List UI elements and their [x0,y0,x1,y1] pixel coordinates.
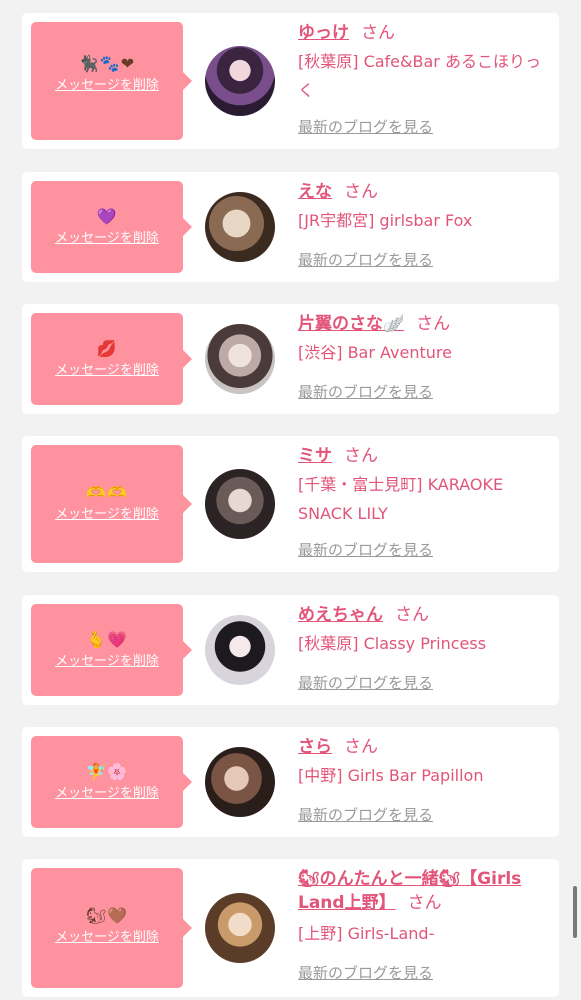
avatar[interactable] [205,46,275,116]
shop-name: [中野] Girls Bar Papillon [298,766,484,785]
latest-blog-link[interactable]: 最新のブログを見る [298,382,433,402]
emoji-icon: 🧚🌸 [86,762,128,781]
message-card: 🧚🌸 メッセージを削除 さら さん [中野] Girls Bar Papillon… [22,727,559,837]
message-card: 💋 メッセージを削除 片翼のさな🪽 さん [渋谷] Bar Aventure 最新… [22,304,559,414]
message-bubble: 🐿🤎 メッセージを削除 [31,868,192,988]
message-list: 🐈‍⬛🐾❤ メッセージを削除 ゆっけ さん [秋葉原] Cafe&Bar あるこほ… [0,0,581,1000]
message-info: さら さん [中野] Girls Bar Papillon [298,735,550,790]
latest-blog-link[interactable]: 最新のブログを見る [298,540,433,560]
message-info: 片翼のさな🪽 さん [渋谷] Bar Aventure [298,312,550,367]
name-line: ミサ さん [298,444,550,468]
message-bubble: 💜 メッセージを削除 [31,181,192,273]
message-bubble: 🫶🫶 メッセージを削除 [31,445,192,563]
latest-blog-link[interactable]: 最新のブログを見る [298,963,433,983]
shop-name: [渋谷] Bar Aventure [298,343,452,362]
message-info: ゆっけ さん [秋葉原] Cafe&Bar あるこほりっく [298,21,550,105]
sender-name-link[interactable]: えな [298,182,332,202]
avatar[interactable] [205,893,275,963]
honorific: さん [361,23,395,43]
latest-blog-link[interactable]: 最新のブログを見る [298,805,433,825]
message-info: えな さん [JR宇都宮] girlsbar Fox [298,180,550,235]
avatar[interactable] [205,469,275,539]
message-card: 🫰💗 メッセージを削除 めえちゃん さん [秋葉原] Classy Princes… [22,595,559,705]
emoji-icon: 🫶🫶 [86,483,128,502]
message-bubble: 🫰💗 メッセージを削除 [31,604,192,696]
delete-message-link[interactable]: メッセージを削除 [55,231,159,247]
honorific: さん [395,605,429,625]
avatar[interactable] [205,192,275,262]
sender-name-link[interactable]: さら [298,737,332,757]
message-bubble: 🧚🌸 メッセージを削除 [31,736,192,828]
shop-name: [秋葉原] Cafe&Bar あるこほりっく [298,52,541,100]
message-card: 🐿🤎 メッセージを削除 🐿のんたんと一緒🐿【Girls Land上野】 さん [上… [22,859,559,997]
delete-message-link[interactable]: メッセージを削除 [55,363,159,379]
emoji-icon: 🐈‍⬛🐾❤ [78,54,136,73]
avatar[interactable] [205,747,275,817]
latest-blog-link[interactable]: 最新のブログを見る [298,673,433,693]
latest-blog-link[interactable]: 最新のブログを見る [298,117,433,137]
shop-name: [秋葉原] Classy Princess [298,634,487,653]
sender-name-link[interactable]: めえちゃん [298,605,383,625]
emoji-icon: 🫰💗 [86,630,128,649]
scrollbar[interactable] [573,886,577,938]
honorific: さん [407,893,442,913]
message-info: 🐿のんたんと一緒🐿【Girls Land上野】 さん [上野] Girls-Lan… [298,867,550,948]
emoji-icon: 🐿🤎 [85,906,129,925]
name-line: さら さん [298,735,550,759]
shop-name: [JR宇都宮] girlsbar Fox [298,211,473,230]
latest-blog-link[interactable]: 最新のブログを見る [298,250,433,270]
shop-name: [千葉・富士見町] KARAOKE SNACK LILY [298,475,504,523]
message-bubble: 💋 メッセージを削除 [31,313,192,405]
honorific: さん [344,182,378,202]
name-line: えな さん [298,180,550,204]
message-bubble: 🐈‍⬛🐾❤ メッセージを削除 [31,22,192,140]
sender-name-link[interactable]: ミサ [298,446,332,466]
sender-name-link[interactable]: 片翼のさな🪽 [298,314,404,334]
name-line: ゆっけ さん [298,21,550,45]
honorific: さん [416,314,451,334]
honorific: さん [344,446,378,466]
message-info: めえちゃん さん [秋葉原] Classy Princess [298,603,550,658]
name-line: 🐿のんたんと一緒🐿【Girls Land上野】 さん [298,867,550,915]
message-card: 🫶🫶 メッセージを削除 ミサ さん [千葉・富士見町] KARAOKE SNACK… [22,436,559,572]
message-card: 💜 メッセージを削除 えな さん [JR宇都宮] girlsbar Fox 最新の… [22,172,559,282]
avatar[interactable] [205,615,275,685]
delete-message-link[interactable]: メッセージを削除 [55,930,159,946]
sender-name-link[interactable]: ゆっけ [298,23,349,43]
name-line: めえちゃん さん [298,603,550,627]
shop-name: [上野] Girls-Land- [298,924,435,943]
honorific: さん [344,737,378,757]
emoji-icon: 💋 [96,339,118,358]
delete-message-link[interactable]: メッセージを削除 [55,786,159,802]
emoji-icon: 💜 [96,207,118,226]
name-line: 片翼のさな🪽 さん [298,312,550,336]
message-info: ミサ さん [千葉・富士見町] KARAOKE SNACK LILY [298,444,550,528]
avatar[interactable] [205,324,275,394]
delete-message-link[interactable]: メッセージを削除 [55,507,159,523]
delete-message-link[interactable]: メッセージを削除 [55,78,159,94]
delete-message-link[interactable]: メッセージを削除 [55,654,159,670]
message-card: 🐈‍⬛🐾❤ メッセージを削除 ゆっけ さん [秋葉原] Cafe&Bar あるこほ… [22,13,559,149]
